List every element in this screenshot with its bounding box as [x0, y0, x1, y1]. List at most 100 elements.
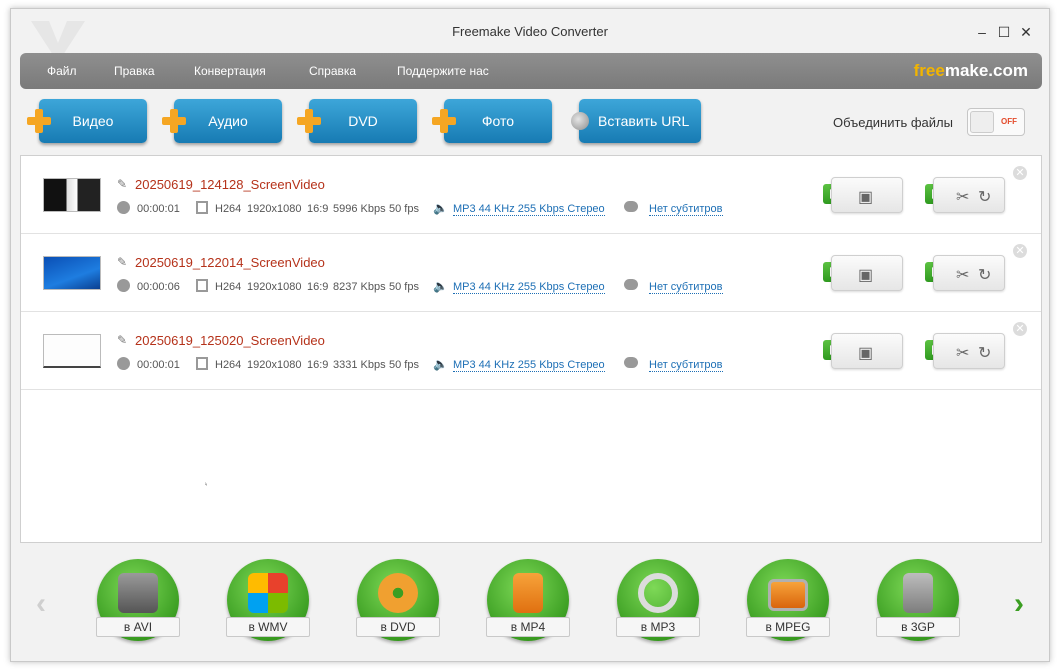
video-codec: H264	[215, 281, 242, 293]
file-row[interactable]: ✎ 20250619_125020_ScreenVideo 00:00:01 H…	[21, 312, 1041, 390]
edit-cut-button[interactable]: ✂ ↻	[933, 177, 1005, 213]
film-icon	[196, 201, 208, 214]
video-codec: H264	[215, 203, 242, 215]
mouse-cursor-icon	[205, 482, 207, 486]
effects-button[interactable]: ▣	[831, 177, 903, 213]
close-button[interactable]: ✕	[1017, 23, 1035, 41]
effects-button[interactable]: ▣	[831, 333, 903, 369]
format-avi-button[interactable]: в AVI	[96, 559, 180, 641]
add-dvd-label: DVD	[348, 113, 378, 129]
audio-track-link[interactable]: MP3 44 KHz 255 Kbps Стерео	[453, 281, 605, 294]
dvd-disc-icon	[378, 573, 418, 613]
film-icon	[196, 279, 208, 292]
plus-icon	[27, 109, 51, 133]
add-dvd-button[interactable]: DVD	[297, 99, 417, 143]
brand-link[interactable]: freemake.com	[914, 61, 1028, 81]
rename-pencil-icon[interactable]: ✎	[117, 177, 127, 191]
clock-icon	[117, 357, 130, 370]
clock-icon	[117, 201, 130, 214]
add-audio-button[interactable]: Аудио	[162, 99, 282, 143]
scroll-left-arrow-icon[interactable]: ‹	[36, 587, 46, 621]
remove-file-icon[interactable]: ✕	[1013, 166, 1027, 180]
maximize-button[interactable]: ☐	[995, 23, 1013, 41]
remove-file-icon[interactable]: ✕	[1013, 322, 1027, 336]
plus-icon	[162, 109, 186, 133]
speaker-icon: 🔈	[433, 201, 448, 215]
edit-cut-button[interactable]: ✂ ↻	[933, 333, 1005, 369]
video-aspect: 16:9	[307, 203, 329, 215]
rotate-icon: ↻	[978, 267, 992, 284]
file-name[interactable]: 20250619_124128_ScreenVideo	[135, 177, 325, 192]
watermark-icon: ▣	[858, 345, 874, 362]
format-3gp-label: в 3GP	[876, 617, 960, 637]
format-dvd-button[interactable]: в DVD	[356, 559, 440, 641]
globe-icon	[571, 112, 589, 130]
rotate-icon: ↻	[978, 189, 992, 206]
format-mp3-label: в MP3	[616, 617, 700, 637]
subtitles-link[interactable]: Нет субтитров	[649, 281, 723, 294]
menu-file[interactable]: Файл	[47, 64, 77, 78]
menu-support[interactable]: Поддержите нас	[397, 64, 489, 78]
file-name[interactable]: 20250619_122014_ScreenVideo	[135, 255, 325, 270]
rename-pencil-icon[interactable]: ✎	[117, 333, 127, 347]
scroll-right-arrow-icon[interactable]: ›	[1014, 587, 1024, 621]
merge-files-toggle[interactable]: OFF	[967, 108, 1025, 136]
paste-url-label: Вставить URL	[598, 113, 690, 129]
clock-icon	[117, 279, 130, 292]
speaker-icon: 🔈	[433, 279, 448, 293]
window-title: Freemake Video Converter	[452, 24, 608, 39]
audio-track-link[interactable]: MP3 44 KHz 255 Kbps Стерео	[453, 359, 605, 372]
file-name[interactable]: 20250619_125020_ScreenVideo	[135, 333, 325, 348]
subtitles-icon	[624, 201, 638, 212]
menu-edit[interactable]: Правка	[114, 64, 155, 78]
video-thumbnail	[43, 256, 101, 290]
format-mp3-button[interactable]: в MP3	[616, 559, 700, 641]
subtitles-link[interactable]: Нет субтитров	[649, 203, 723, 216]
rename-pencil-icon[interactable]: ✎	[117, 255, 127, 269]
add-photo-button[interactable]: Фото	[432, 99, 552, 143]
paste-url-button[interactable]: Вставить URL	[571, 99, 701, 143]
video-bitrate: 5996 Kbps	[333, 203, 386, 215]
format-3gp-button[interactable]: в 3GP	[876, 559, 960, 641]
file-row[interactable]: ✎ 20250619_122014_ScreenVideo 00:00:06 H…	[21, 234, 1041, 312]
video-resolution: 1920x1080	[247, 203, 302, 215]
add-video-button[interactable]: Видео	[27, 99, 147, 143]
add-video-label: Видео	[72, 113, 114, 129]
minimize-button[interactable]: –	[973, 23, 991, 41]
file-row[interactable]: ✎ 20250619_124128_ScreenVideo 00:00:01 H…	[21, 156, 1041, 234]
video-bitrate: 8237 Kbps	[333, 281, 386, 293]
format-avi-label: в AVI	[96, 617, 180, 637]
menu-convert[interactable]: Конвертация	[194, 64, 266, 78]
remove-file-icon[interactable]: ✕	[1013, 244, 1027, 258]
subtitles-link[interactable]: Нет субтитров	[649, 359, 723, 372]
video-fps: 50 fps	[389, 359, 419, 371]
edit-cut-button[interactable]: ✂ ↻	[933, 255, 1005, 291]
clapperboard-icon	[118, 573, 158, 613]
video-aspect: 16:9	[307, 359, 329, 371]
plus-icon	[432, 109, 456, 133]
subtitles-icon	[624, 357, 638, 368]
watermark-icon: ▣	[858, 267, 874, 284]
watermark-icon: ▣	[858, 189, 874, 206]
add-audio-label: Аудио	[208, 113, 248, 129]
brand-rest: make.com	[944, 61, 1028, 80]
file-duration: 00:00:06	[137, 281, 180, 293]
tv-icon	[768, 579, 808, 611]
menu-bar: Файл Правка Конвертация Справка Поддержи…	[20, 53, 1042, 89]
format-mp4-button[interactable]: в MP4	[486, 559, 570, 641]
toggle-state: OFF	[1001, 117, 1017, 126]
format-mp4-label: в MP4	[486, 617, 570, 637]
video-bitrate: 3331 Kbps	[333, 359, 386, 371]
format-dvd-label: в DVD	[356, 617, 440, 637]
audio-track-link[interactable]: MP3 44 KHz 255 Kbps Стерео	[453, 203, 605, 216]
scissors-icon: ✂	[956, 189, 970, 206]
merge-files-label: Объединить файлы	[833, 115, 953, 130]
format-wmv-button[interactable]: в WMV	[226, 559, 310, 641]
menu-help[interactable]: Справка	[309, 64, 356, 78]
format-mpeg-button[interactable]: в MPEG	[746, 559, 830, 641]
video-fps: 50 fps	[389, 281, 419, 293]
effects-button[interactable]: ▣	[831, 255, 903, 291]
plus-icon	[297, 109, 321, 133]
rotate-icon: ↻	[978, 345, 992, 362]
video-resolution: 1920x1080	[247, 359, 302, 371]
